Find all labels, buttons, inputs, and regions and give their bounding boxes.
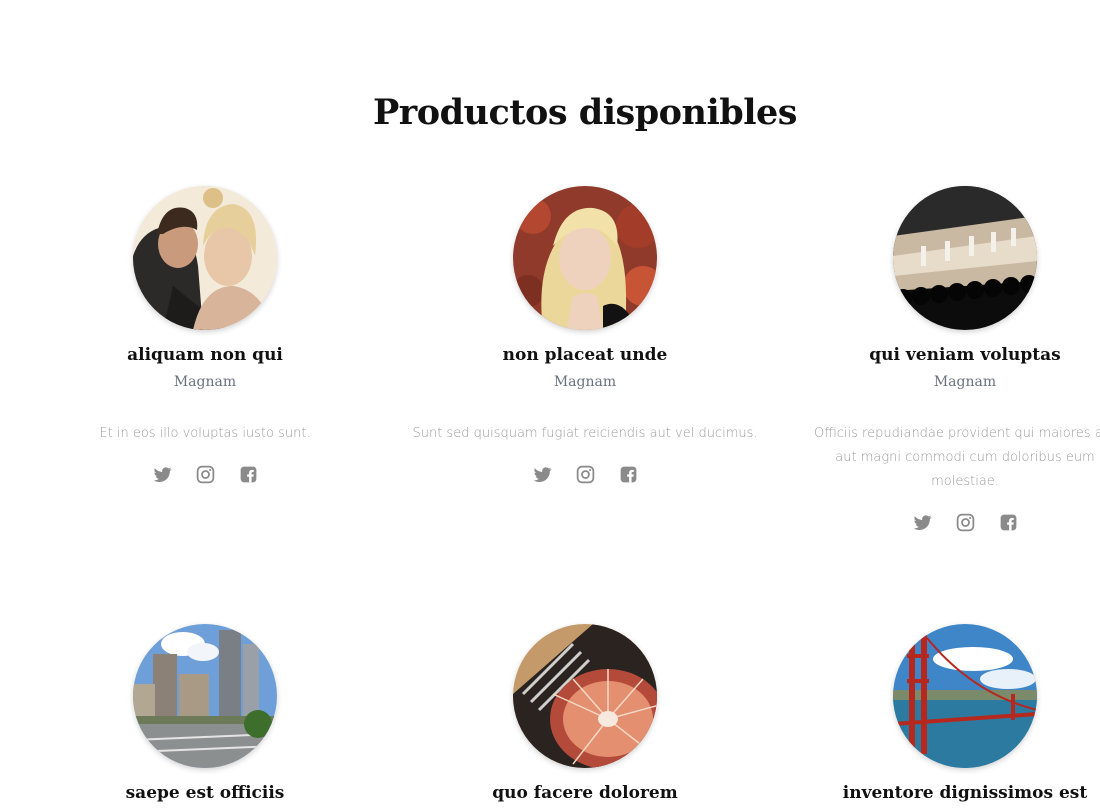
product-title[interactable]: quo facere dolorem [395,782,775,804]
product-card: qui veniam voluptas Magnam Officiis repu… [775,186,1100,533]
product-subtitle: Magnam [933,374,997,390]
product-card: saepe est officiis [15,624,395,804]
golden-gate-photo [893,624,1037,768]
product-card: inventore dignissimos est [775,624,1100,804]
social-links [395,464,775,485]
couple-photo [133,186,277,330]
product-subtitle: Magnam [173,374,237,390]
product-image[interactable] [893,624,1037,768]
instagram-icon[interactable] [195,464,216,485]
product-description: Et in eos illo voluptas iusto sunt. [99,426,311,441]
facebook-icon[interactable] [238,464,259,485]
social-links [775,512,1100,533]
product-image[interactable] [513,624,657,768]
instagram-icon[interactable] [575,464,596,485]
product-title[interactable]: aliquam non qui [15,344,395,366]
product-image[interactable] [513,186,657,330]
products-section: Productos disponibles aliquam non qui Ma… [0,0,1100,808]
facebook-icon[interactable] [618,464,639,485]
product-title[interactable]: qui veniam voluptas [775,344,1100,366]
runway-photo [893,186,1037,330]
twitter-icon[interactable] [912,512,933,533]
product-title[interactable]: inventore dignissimos est [775,782,1100,804]
turntable-photo [513,624,657,768]
city-photo [133,624,277,768]
blonde-woman-photo [513,186,657,330]
page-title: Productos disponibles [372,92,798,133]
facebook-icon[interactable] [998,512,1019,533]
twitter-icon[interactable] [152,464,173,485]
product-title[interactable]: non placeat unde [395,344,775,366]
product-description: Sunt sed quisquam fugiat reiciendis aut … [412,426,758,441]
product-image[interactable] [893,186,1037,330]
product-image[interactable] [133,624,277,768]
product-subtitle: Magnam [553,374,617,390]
product-card: non placeat unde Magnam Sunt sed quisqua… [395,186,775,485]
social-links [15,464,395,485]
product-description: Officiis repudiandae provident qui maior… [813,426,1100,489]
product-image[interactable] [133,186,277,330]
product-card: quo facere dolorem [395,624,775,804]
product-title[interactable]: saepe est officiis [15,782,395,804]
twitter-icon[interactable] [532,464,553,485]
instagram-icon[interactable] [955,512,976,533]
product-card: aliquam non qui Magnam Et in eos illo vo… [15,186,395,485]
